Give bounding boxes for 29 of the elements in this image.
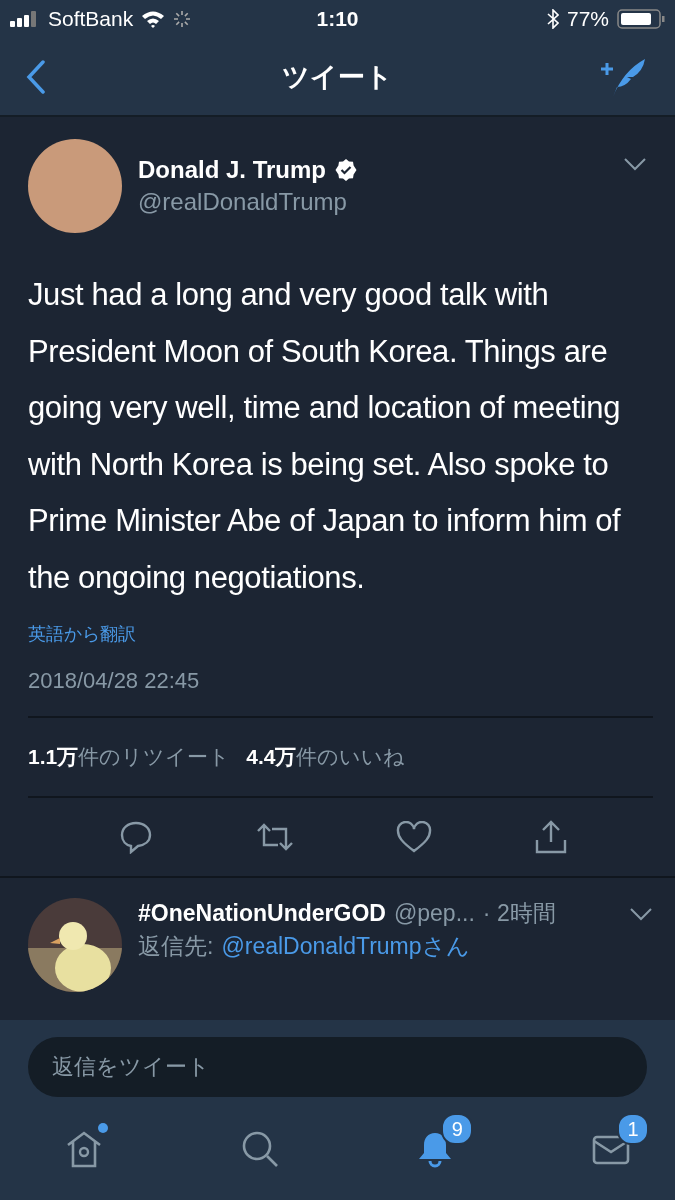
clock-time: 1:10: [316, 7, 359, 31]
user-name: Donald J. Trump: [138, 156, 326, 184]
battery-icon: [617, 9, 665, 29]
tweet-timestamp: 2018/04/28 22:45: [28, 668, 201, 694]
retweet-count[interactable]: 1.1万件のリツイート: [28, 743, 231, 771]
screen-title: ツイート: [282, 60, 393, 94]
reply-to-label: 返信先:: [138, 932, 214, 961]
translate-link[interactable]: 英語から翻訳: [28, 622, 653, 646]
reply-icon[interactable]: [118, 820, 153, 854]
battery-percent: 77%: [566, 7, 609, 31]
reply-input-field[interactable]: 返信をツイート: [28, 1037, 647, 1097]
reply-user-handle: @pep...: [393, 900, 475, 927]
heart-icon[interactable]: [396, 821, 433, 853]
like-count[interactable]: 4.4万件のいいね: [246, 743, 406, 771]
user-handle: @realDonaldTrump: [138, 188, 348, 216]
count-badge: 1: [616, 1113, 649, 1145]
wifi-icon: [141, 10, 166, 28]
chevron-down-icon[interactable]: [629, 906, 653, 921]
loading-icon: [173, 10, 192, 28]
chevron-down-icon[interactable]: [623, 157, 647, 171]
bluetooth-icon: [546, 9, 559, 29]
reply-user-name: #OneNationUnderGOD: [138, 900, 386, 927]
count-badge: 9: [441, 1113, 474, 1145]
tweet-text: Just had a long and very good talk with President Moon of South Korea. Things are going very well, time and location of meeting with North Korea is being set. Also spoke to Prime Minister Abe of Japan to inform him of the ongoing negotiations.: [28, 276, 622, 597]
carrier-name: SoftBank: [48, 7, 134, 31]
reply-to-link[interactable]: @realDonaldTrumpさん: [221, 931, 470, 962]
reply-time: · 2時間: [482, 899, 556, 928]
share-icon[interactable]: [534, 820, 569, 854]
back-icon[interactable]: [26, 59, 46, 94]
